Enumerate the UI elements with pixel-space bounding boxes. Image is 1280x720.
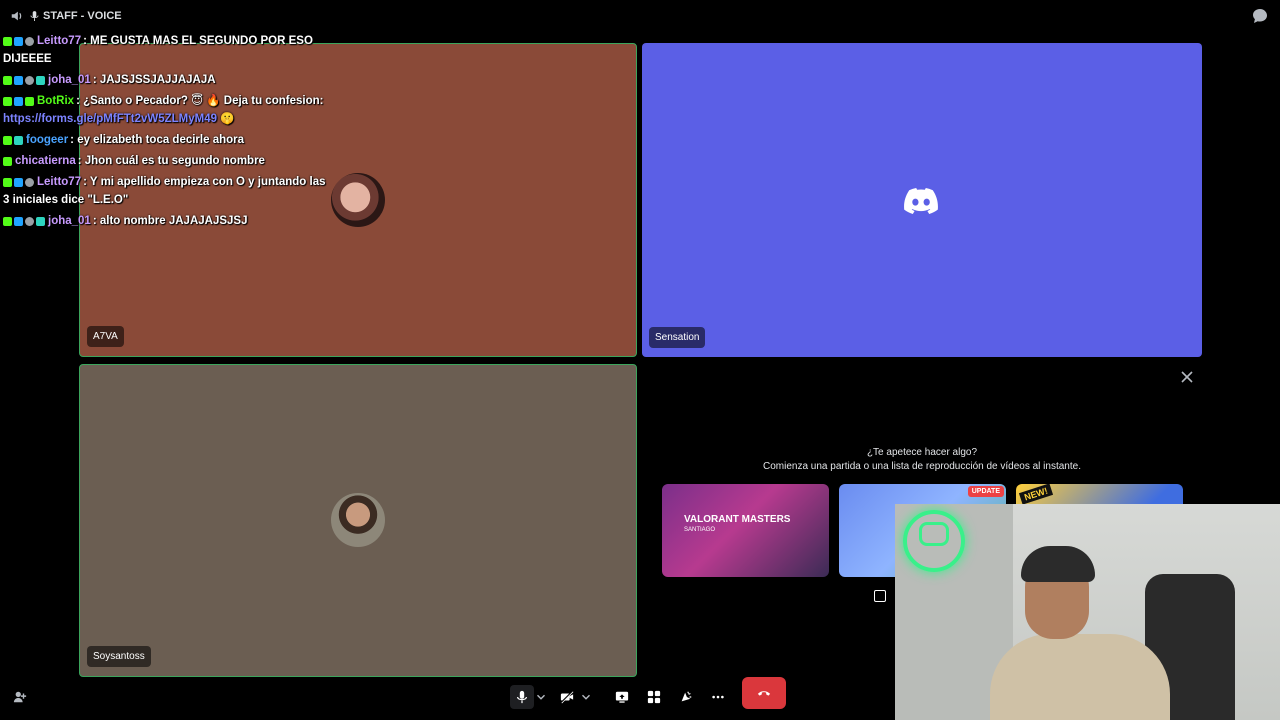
chat-message: foogeer: ey elizabeth toca decirle ahora: [3, 131, 333, 149]
chat-text: : JAJSJSSJAJJAJAJA: [92, 74, 216, 86]
close-icon[interactable]: [1180, 370, 1194, 384]
chat-username: Leitto77: [37, 176, 82, 188]
chat-badges: [3, 157, 12, 166]
voice-controls-bar: [0, 677, 895, 720]
chat-badges: [3, 97, 34, 106]
chat-username: joha_01: [48, 74, 91, 86]
activity-card-valorant[interactable]: VALORANT MASTERS SANTIAGO: [662, 484, 829, 577]
chat-message: joha_01: JAJSJSSJAJJAJAJA: [3, 71, 333, 89]
discord-logo-icon: [904, 188, 938, 214]
mic-icon: [517, 690, 527, 704]
chat-message: Leitto77: ME GUSTA MAS EL SEGUNDO POR ES…: [3, 32, 333, 68]
mic-options-button[interactable]: [534, 685, 548, 709]
activities-button[interactable]: [642, 685, 666, 709]
update-badge: UPDATE: [967, 486, 1004, 497]
chat-badges: [3, 37, 34, 46]
chat-text: : ey elizabeth toca decirle ahora: [70, 134, 245, 146]
new-badge: NEW!: [1018, 484, 1054, 505]
activity-subtitle: Comienza una partida o una lista de repr…: [763, 461, 1081, 472]
camera-button[interactable]: [555, 685, 579, 709]
chat-text: : alto nombre JAJAJAJSJSJ: [92, 215, 248, 227]
activity-card-subtitle: SANTIAGO: [684, 527, 716, 533]
streamer-webcam: [895, 504, 1280, 720]
participant-name: Soysantoss: [87, 646, 151, 667]
more-icon: [712, 695, 724, 699]
mic-icon: [30, 10, 39, 21]
activity-icon: [647, 690, 661, 704]
channel-name: STAFF - VOICE: [43, 10, 122, 22]
invite-button[interactable]: [8, 685, 32, 709]
chat-text: : ¿Santo o Pecador? 😇 🔥 Deja tu confesio…: [76, 95, 324, 107]
chat-suffix: 🤫: [217, 113, 235, 125]
chat-icon[interactable]: [1252, 8, 1268, 24]
chat-badges: [3, 217, 45, 226]
participant-name: A7VA: [87, 326, 124, 347]
chat-username: joha_01: [48, 215, 91, 227]
avatar: [331, 493, 385, 547]
soundboard-icon: [681, 691, 692, 702]
chat-username: foogeer: [26, 134, 69, 146]
stream-chat-overlay: Leitto77: ME GUSTA MAS EL SEGUNDO POR ES…: [3, 32, 333, 233]
checkbox[interactable]: [874, 590, 886, 602]
chat-message: BotRix: ¿Santo o Pecador? 😇 🔥 Deja tu co…: [3, 92, 333, 128]
mute-button[interactable]: [510, 685, 534, 709]
share-screen-button[interactable]: [610, 685, 634, 709]
soundboard-button[interactable]: [674, 685, 698, 709]
chat-username: BotRix: [37, 95, 75, 107]
participant-tile-soysantoss[interactable]: Soysantoss: [79, 364, 637, 677]
participant-name: Sensation: [649, 327, 706, 348]
channel-title: STAFF - VOICE: [30, 10, 122, 22]
speaker-icon: [11, 11, 22, 21]
chevron-down-icon: [582, 694, 590, 700]
disconnect-button[interactable]: [742, 677, 786, 709]
camera-off-icon: [560, 690, 574, 704]
chat-message: chicatierna: Jhon cuál es tu segundo nom…: [3, 152, 333, 170]
more-options-button[interactable]: [706, 685, 730, 709]
chevron-down-icon: [537, 694, 545, 700]
chat-username: chicatierna: [15, 155, 76, 167]
phone-hangup-icon: [757, 691, 771, 696]
activity-title: ¿Te apetece hacer algo?: [866, 447, 978, 458]
chat-badges: [3, 136, 23, 145]
chat-badges: [3, 76, 45, 85]
chat-username: Leitto77: [37, 35, 82, 47]
participant-tile-sensation[interactable]: Sensation: [642, 43, 1202, 357]
chat-text: : Jhon cuál es tu segundo nombre: [77, 155, 265, 167]
activity-card-title: VALORANT MASTERS SANTIAGO: [684, 514, 790, 536]
chat-message: joha_01: alto nombre JAJAJAJSJSJ: [3, 212, 333, 230]
camera-options-button[interactable]: [579, 685, 593, 709]
channel-header: STAFF - VOICE: [0, 0, 1280, 32]
avatar: [331, 173, 385, 227]
chat-message: Leitto77: Y mi apellido empieza con O y …: [3, 173, 333, 209]
chat-badges: [3, 178, 34, 187]
add-user-icon: [13, 691, 27, 703]
screen-share-icon: [615, 691, 629, 703]
chat-link[interactable]: https://forms.gle/pMfFTt2vW5ZLMyM49: [3, 113, 217, 125]
